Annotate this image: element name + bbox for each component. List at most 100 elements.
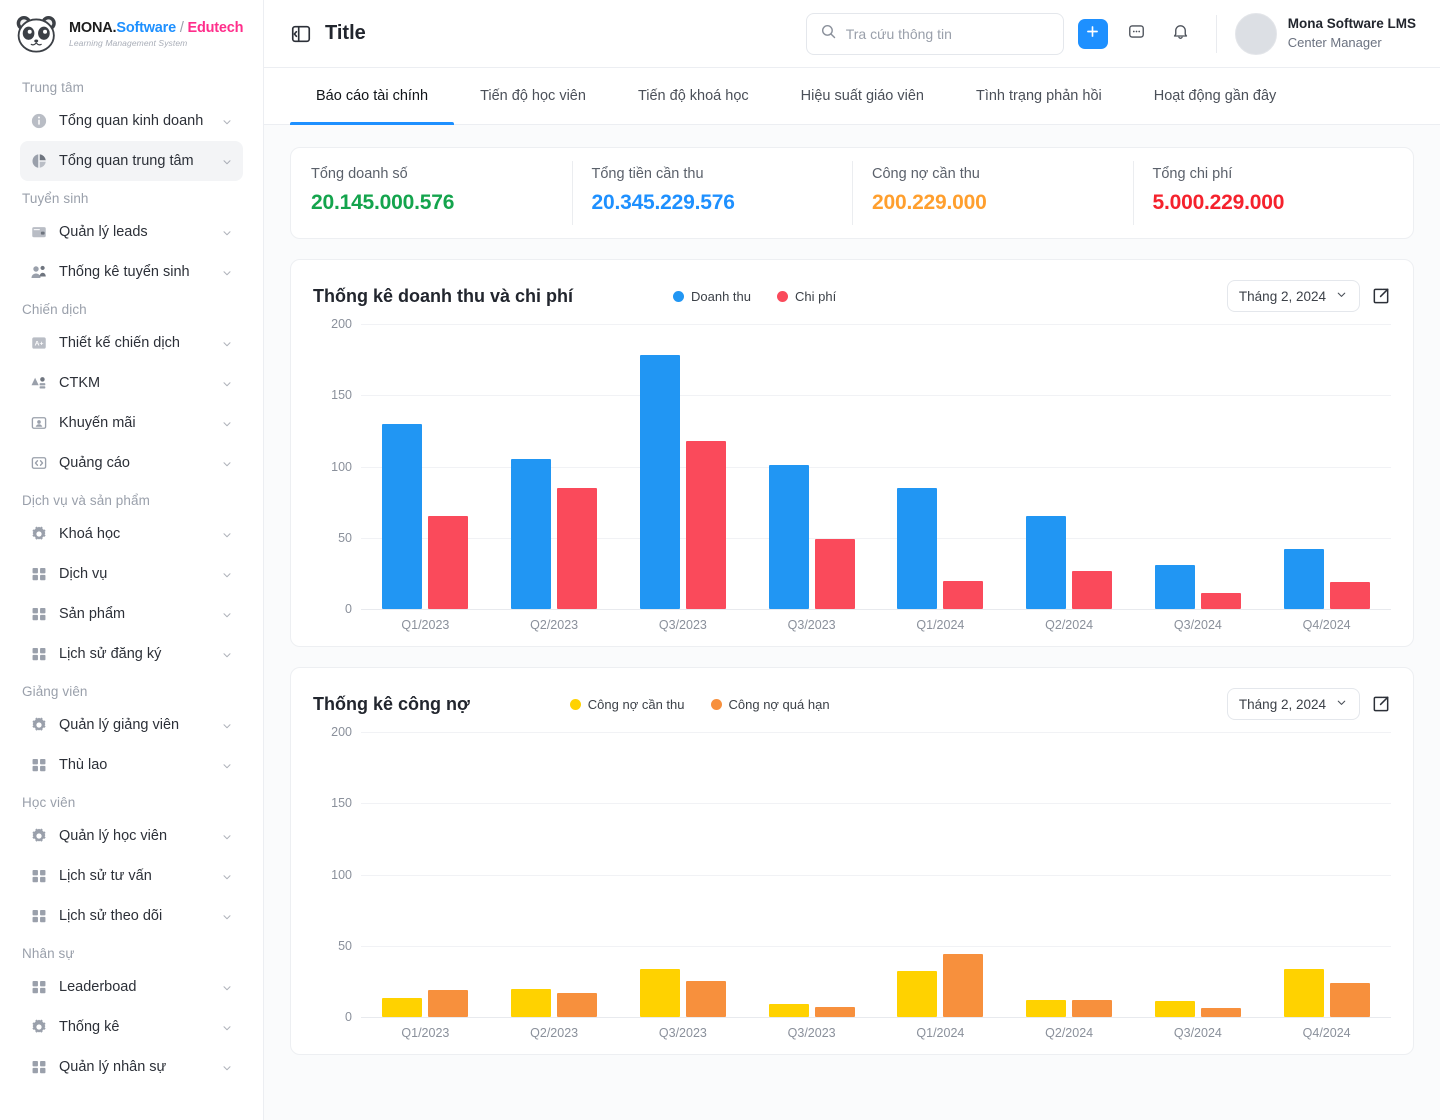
legend-item[interactable]: Chi phí bbox=[777, 289, 836, 304]
legend-color-dot bbox=[673, 291, 684, 302]
bar[interactable] bbox=[1026, 1000, 1066, 1017]
chevron-down-icon[interactable] bbox=[221, 830, 233, 842]
bar[interactable] bbox=[382, 424, 422, 609]
bar[interactable] bbox=[1330, 983, 1370, 1017]
tab-ti-n-h-c-vi-n[interactable]: Tiến độ học viên bbox=[454, 68, 612, 124]
bar[interactable] bbox=[557, 993, 597, 1017]
chevron-down-icon[interactable] bbox=[221, 417, 233, 429]
sidebar-item-thi-t-k-chi-n-d-ch[interactable]: A+Thiết kế chiến dịch bbox=[20, 323, 243, 363]
bar[interactable] bbox=[1026, 516, 1066, 609]
svg-text:A+: A+ bbox=[35, 340, 44, 347]
sidebar-item-s-n-ph-m[interactable]: Sản phẩm bbox=[20, 594, 243, 634]
debt-period-select[interactable]: Tháng 2, 2024 bbox=[1227, 688, 1360, 720]
sidebar-item-th-ng-k[interactable]: Thống kê bbox=[20, 1007, 243, 1047]
sidebar-item-qu-n-l-nh-n-s[interactable]: Quản lý nhân sự bbox=[20, 1047, 243, 1087]
sidebar-item-qu-ng-c-o[interactable]: Quảng cáo bbox=[20, 443, 243, 483]
chevron-down-icon[interactable] bbox=[221, 648, 233, 660]
bar[interactable] bbox=[686, 441, 726, 609]
bar[interactable] bbox=[557, 488, 597, 609]
bar[interactable] bbox=[815, 539, 855, 609]
chevron-down-icon[interactable] bbox=[221, 457, 233, 469]
chevron-down-icon[interactable] bbox=[221, 608, 233, 620]
sidebar-item-t-ng-quan-kinh-doanh[interactable]: Tổng quan kinh doanh bbox=[20, 101, 243, 141]
bar[interactable] bbox=[1072, 1000, 1112, 1017]
add-button[interactable] bbox=[1078, 19, 1108, 49]
sidebar-item-t-ng-quan-trung-t-m[interactable]: Tổng quan trung tâm bbox=[20, 141, 243, 181]
tab-ho-t-ng-g-n-y[interactable]: Hoạt động gần đây bbox=[1128, 68, 1303, 124]
sidebar-item-d-ch-v[interactable]: Dịch vụ bbox=[20, 554, 243, 594]
bar[interactable] bbox=[897, 488, 937, 609]
chevron-down-icon[interactable] bbox=[221, 759, 233, 771]
chevron-down-icon[interactable] bbox=[221, 115, 233, 127]
chevron-down-icon[interactable] bbox=[221, 1061, 233, 1073]
notifications-button[interactable] bbox=[1166, 19, 1196, 49]
chevron-down-icon[interactable] bbox=[221, 719, 233, 731]
sidebar-item-qu-n-l-h-c-vi-n[interactable]: Quản lý học viên bbox=[20, 816, 243, 856]
bar[interactable] bbox=[1201, 593, 1241, 609]
sidebar-item-ctkm[interactable]: CTKM bbox=[20, 363, 243, 403]
tab-b-o-c-o-t-i-ch-nh[interactable]: Báo cáo tài chính bbox=[290, 68, 454, 124]
sidebar-item-kho-h-c[interactable]: Khoá học bbox=[20, 514, 243, 554]
bar[interactable] bbox=[640, 355, 680, 609]
bar[interactable] bbox=[769, 465, 809, 609]
debt-export-icon[interactable] bbox=[1371, 694, 1391, 714]
revenue-cost-period-select[interactable]: Tháng 2, 2024 bbox=[1227, 280, 1360, 312]
chevron-down-icon[interactable] bbox=[221, 155, 233, 167]
sidebar-item-th-lao[interactable]: Thù lao bbox=[20, 745, 243, 785]
bar[interactable] bbox=[769, 1004, 809, 1017]
collapse-sidebar-icon[interactable] bbox=[290, 23, 312, 45]
bar[interactable] bbox=[1155, 1001, 1195, 1017]
grid-icon bbox=[30, 756, 48, 774]
chevron-down-icon[interactable] bbox=[221, 910, 233, 922]
sidebar-item-khuy-n-m-i[interactable]: Khuyến mãi bbox=[20, 403, 243, 443]
bar[interactable] bbox=[1284, 549, 1324, 609]
bar[interactable] bbox=[1284, 969, 1324, 1017]
bar[interactable] bbox=[686, 981, 726, 1017]
messages-button[interactable] bbox=[1122, 19, 1152, 49]
chevron-down-icon[interactable] bbox=[221, 568, 233, 580]
sidebar-item-th-ng-k-tuy-n-sinh[interactable]: Thống kê tuyển sinh bbox=[20, 252, 243, 292]
user-menu[interactable]: Mona Software LMS Center Manager bbox=[1235, 13, 1416, 55]
sidebar-item-l-ch-s-t-v-n[interactable]: Lịch sử tư vấn bbox=[20, 856, 243, 896]
sidebar-item-l-ch-s-theo-d-i[interactable]: Lịch sử theo dõi bbox=[20, 896, 243, 936]
sidebar-item-qu-n-l-gi-ng-vi-n[interactable]: Quản lý giảng viên bbox=[20, 705, 243, 745]
chevron-down-icon[interactable] bbox=[221, 266, 233, 278]
bar[interactable] bbox=[897, 971, 937, 1017]
search-box[interactable] bbox=[806, 13, 1064, 55]
sidebar-item-qu-n-l-leads[interactable]: Quản lý leads bbox=[20, 212, 243, 252]
chevron-down-icon[interactable] bbox=[221, 337, 233, 349]
chevron-down-icon[interactable] bbox=[221, 981, 233, 993]
bar[interactable] bbox=[511, 459, 551, 609]
y-axis-tick-label: 100 bbox=[331, 868, 352, 882]
bar[interactable] bbox=[943, 954, 983, 1017]
chevron-down-icon[interactable] bbox=[221, 226, 233, 238]
tab-hi-u-su-t-gi-o-vi-n[interactable]: Hiệu suất giáo viên bbox=[775, 68, 950, 124]
debt-chart-header: Thống kê công nợ Công nợ cần thuCông nợ … bbox=[313, 686, 1391, 722]
chevron-down-icon[interactable] bbox=[221, 377, 233, 389]
bar[interactable] bbox=[1155, 565, 1195, 609]
sidebar-group-label: Giảng viên bbox=[0, 674, 263, 705]
bar[interactable] bbox=[640, 969, 680, 1017]
bar[interactable] bbox=[382, 998, 422, 1017]
bar[interactable] bbox=[511, 989, 551, 1018]
sidebar-item-leaderboad[interactable]: Leaderboad bbox=[20, 967, 243, 1007]
legend-item[interactable]: Công nợ cần thu bbox=[570, 697, 685, 712]
search-input[interactable] bbox=[846, 26, 1050, 42]
bar[interactable] bbox=[1330, 582, 1370, 609]
bar[interactable] bbox=[428, 516, 468, 609]
bar[interactable] bbox=[1201, 1008, 1241, 1017]
tab-t-nh-tr-ng-ph-n-h-i[interactable]: Tình trạng phản hồi bbox=[950, 68, 1128, 124]
bar[interactable] bbox=[1072, 571, 1112, 609]
tab-ti-n-kho-h-c[interactable]: Tiến độ khoá học bbox=[612, 68, 775, 124]
bar[interactable] bbox=[815, 1007, 855, 1017]
bar[interactable] bbox=[428, 990, 468, 1017]
chevron-down-icon[interactable] bbox=[221, 870, 233, 882]
sidebar-item-l-ch-s-ng-k[interactable]: Lịch sử đăng ký bbox=[20, 634, 243, 674]
brand-logo[interactable]: MONA.Software / Edutech Learning Managem… bbox=[0, 0, 263, 64]
revenue-cost-export-icon[interactable] bbox=[1371, 286, 1391, 306]
chevron-down-icon[interactable] bbox=[221, 528, 233, 540]
legend-item[interactable]: Công nợ quá hạn bbox=[711, 697, 830, 712]
bar[interactable] bbox=[943, 581, 983, 610]
legend-item[interactable]: Doanh thu bbox=[673, 289, 751, 304]
chevron-down-icon[interactable] bbox=[221, 1021, 233, 1033]
